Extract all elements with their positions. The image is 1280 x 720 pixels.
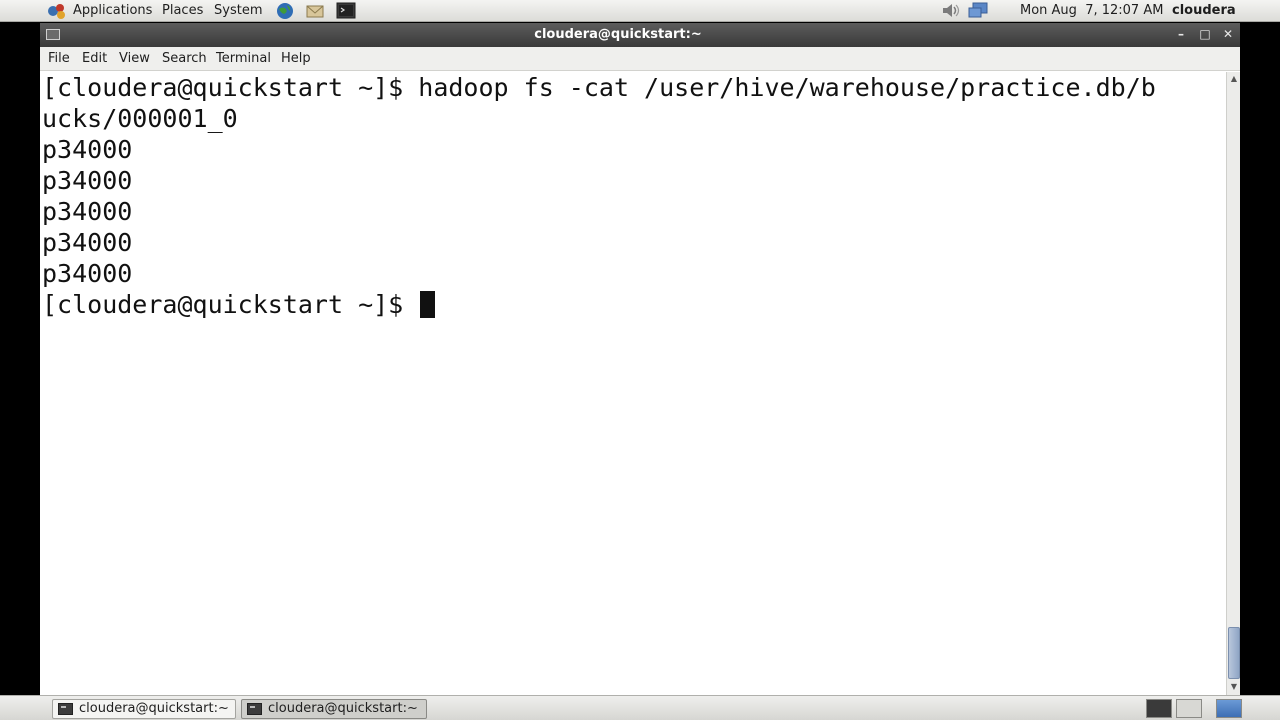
terminal-scrollbar[interactable]: ▲ ▼	[1226, 72, 1240, 695]
terminal-line: ucks/000001_0	[42, 103, 238, 134]
terminal-line: p34000	[42, 165, 132, 196]
taskbar-item-label: cloudera@quickstart:~	[268, 701, 418, 716]
terminal-prompt: [cloudera@quickstart ~]$	[42, 290, 418, 319]
distro-logo-icon[interactable]	[46, 2, 68, 20]
system-menu[interactable]: System	[214, 3, 262, 19]
places-menu[interactable]: Places	[162, 3, 203, 19]
taskbar-item-active[interactable]: cloudera@quickstart:~	[241, 699, 427, 719]
terminal-icon	[58, 703, 73, 715]
text-cursor	[420, 291, 435, 318]
close-icon[interactable]: ✕	[1221, 27, 1235, 41]
window-titlebar[interactable]: cloudera@quickstart:~ – □ ✕	[40, 23, 1240, 47]
scrollbar-thumb[interactable]	[1228, 627, 1240, 679]
terminal-launcher-icon[interactable]	[336, 1, 356, 20]
mail-icon[interactable]	[305, 1, 325, 20]
taskbar-item[interactable]: cloudera@quickstart:~	[52, 699, 236, 719]
network-icon[interactable]	[967, 1, 989, 20]
taskbar-item-label: cloudera@quickstart:~	[79, 701, 229, 716]
terminal-line: [cloudera@quickstart ~]$ hadoop fs -cat …	[42, 72, 1156, 103]
terminal-window: cloudera@quickstart:~ – □ ✕ File Edit Vi…	[40, 23, 1240, 695]
terminal-line: p34000	[42, 134, 132, 165]
window-menubar: File Edit View Search Terminal Help	[40, 47, 1240, 71]
bottom-taskbar: cloudera@quickstart:~ cloudera@quickstar…	[0, 695, 1280, 720]
terminal-line: p34000	[42, 227, 132, 258]
scroll-down-icon[interactable]: ▼	[1229, 682, 1239, 692]
terminal-output[interactable]: [cloudera@quickstart ~]$ hadoop fs -cat …	[40, 72, 1226, 695]
menu-terminal[interactable]: Terminal	[216, 51, 271, 67]
workspace-1[interactable]	[1176, 699, 1202, 718]
terminal-icon	[247, 703, 262, 715]
menu-search[interactable]: Search	[162, 51, 207, 67]
globe-icon[interactable]	[275, 1, 295, 20]
scroll-up-icon[interactable]: ▲	[1229, 74, 1239, 84]
minimize-icon[interactable]: –	[1174, 27, 1188, 41]
menu-view[interactable]: View	[119, 51, 150, 67]
show-desktop-icon[interactable]	[1146, 699, 1172, 718]
applications-menu[interactable]: Applications	[73, 3, 152, 19]
menu-edit[interactable]: Edit	[82, 51, 107, 67]
menu-help[interactable]: Help	[281, 51, 311, 67]
window-title: cloudera@quickstart:~	[40, 27, 1196, 42]
terminal-line: p34000	[42, 258, 132, 289]
maximize-icon[interactable]: □	[1198, 27, 1212, 41]
volume-icon[interactable]	[940, 1, 962, 20]
top-panel: Applications Places System Mon Aug 7, 12…	[0, 0, 1280, 22]
workspace-2[interactable]	[1216, 699, 1242, 718]
menu-file[interactable]: File	[48, 51, 70, 67]
panel-username[interactable]: cloudera	[1172, 3, 1236, 19]
panel-clock[interactable]: Mon Aug 7, 12:07 AM	[1020, 3, 1163, 19]
terminal-prompt-line[interactable]: [cloudera@quickstart ~]$	[42, 289, 435, 320]
terminal-line: p34000	[42, 196, 132, 227]
